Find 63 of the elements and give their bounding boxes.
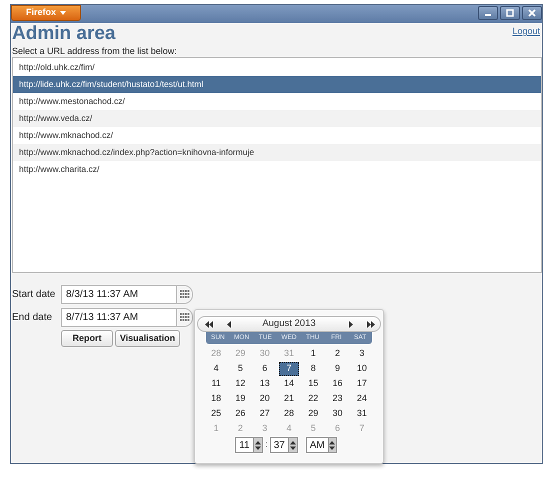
visualisation-button[interactable]: Visualisation bbox=[115, 330, 180, 347]
calendar-day[interactable]: 12 bbox=[230, 376, 250, 390]
url-list-item[interactable]: http://lide.uhk.cz/fim/student/hustato1/test/ut.html bbox=[13, 76, 541, 93]
start-date-field[interactable]: 8/3/13 11:37 AM bbox=[61, 284, 193, 304]
left-arrow-icon bbox=[226, 320, 230, 328]
calendar-day[interactable]: 10 bbox=[352, 362, 372, 376]
calendar-icon bbox=[180, 312, 190, 322]
calendar-day[interactable]: 22 bbox=[303, 392, 324, 406]
report-button[interactable]: Report bbox=[61, 330, 113, 347]
calendar-day[interactable]: 19 bbox=[230, 392, 250, 406]
close-icon bbox=[528, 9, 536, 17]
calendar-day[interactable]: 18 bbox=[206, 392, 226, 406]
close-button[interactable] bbox=[522, 6, 542, 20]
calendar-day[interactable]: 28 bbox=[278, 406, 299, 420]
calendar-day[interactable]: 27 bbox=[254, 406, 275, 420]
url-list-item[interactable]: http://www.mknachod.cz/index.php?action=knihovna-informuje bbox=[13, 144, 541, 161]
minimize-button[interactable] bbox=[478, 6, 498, 20]
calendar-day[interactable]: 8 bbox=[303, 362, 324, 376]
calendar-day[interactable]: 2 bbox=[328, 346, 348, 360]
calendar-day[interactable]: 24 bbox=[352, 392, 372, 406]
calendar-day[interactable]: 25 bbox=[206, 406, 226, 420]
calendar-day[interactable]: 30 bbox=[328, 406, 348, 420]
am-pm-spinner[interactable]: AM bbox=[306, 437, 337, 453]
calendar-day[interactable]: 26 bbox=[230, 406, 250, 420]
calendar-day[interactable]: 14 bbox=[278, 376, 299, 390]
instruction-text: Select a URL address from the list below: bbox=[12, 45, 177, 57]
hour-spinner[interactable]: 11 bbox=[235, 437, 264, 453]
maximize-button[interactable] bbox=[500, 6, 520, 20]
month-title: August 2013 bbox=[261, 316, 317, 331]
calendar-day[interactable]: 5 bbox=[230, 362, 250, 376]
calendar-day[interactable]: 13 bbox=[254, 376, 275, 390]
double-right-arrow-icon bbox=[366, 320, 374, 328]
calendar-day[interactable]: 3 bbox=[352, 346, 372, 360]
logout-link[interactable]: Logout bbox=[512, 23, 542, 38]
time-separator: : bbox=[265, 438, 268, 452]
calendar-day[interactable]: 15 bbox=[303, 376, 324, 390]
calendar-day[interactable]: 4 bbox=[206, 362, 226, 376]
minute-spinner[interactable]: 37 bbox=[270, 437, 298, 453]
calendar-day[interactable]: 20 bbox=[254, 392, 275, 406]
calendar-day[interactable]: 16 bbox=[328, 376, 348, 390]
caret-icon bbox=[60, 11, 66, 15]
calendar-day[interactable]: 7 bbox=[278, 362, 299, 376]
spin-arrows-icon bbox=[329, 440, 336, 450]
calendar-day[interactable]: 17 bbox=[352, 376, 372, 390]
right-arrow-icon bbox=[348, 320, 352, 328]
page-heading: Admin area bbox=[12, 23, 116, 45]
double-left-arrow-icon bbox=[204, 320, 212, 328]
calendar-day[interactable]: 9 bbox=[328, 362, 348, 376]
calendar-icon bbox=[180, 290, 190, 298]
calendar-day[interactable]: 6 bbox=[254, 362, 275, 376]
calendar-day[interactable]: 21 bbox=[278, 392, 299, 406]
calendar-day[interactable]: 1 bbox=[303, 346, 324, 360]
end-date-field[interactable]: 8/7/13 11:37 AM bbox=[61, 308, 193, 326]
spin-arrows-icon bbox=[254, 440, 261, 450]
maximize-icon bbox=[506, 9, 514, 17]
field-label: Start date bbox=[12, 288, 56, 302]
calendar-day[interactable]: 11 bbox=[206, 376, 226, 390]
url-list-item[interactable]: http://www.veda.cz/ bbox=[13, 110, 541, 127]
spin-arrows-icon bbox=[290, 440, 296, 450]
calendar-day[interactable]: 23 bbox=[328, 392, 348, 406]
calendar-day[interactable]: 31 bbox=[352, 406, 372, 420]
calendar-day[interactable]: 29 bbox=[303, 406, 324, 420]
field-label: End date bbox=[12, 310, 54, 324]
